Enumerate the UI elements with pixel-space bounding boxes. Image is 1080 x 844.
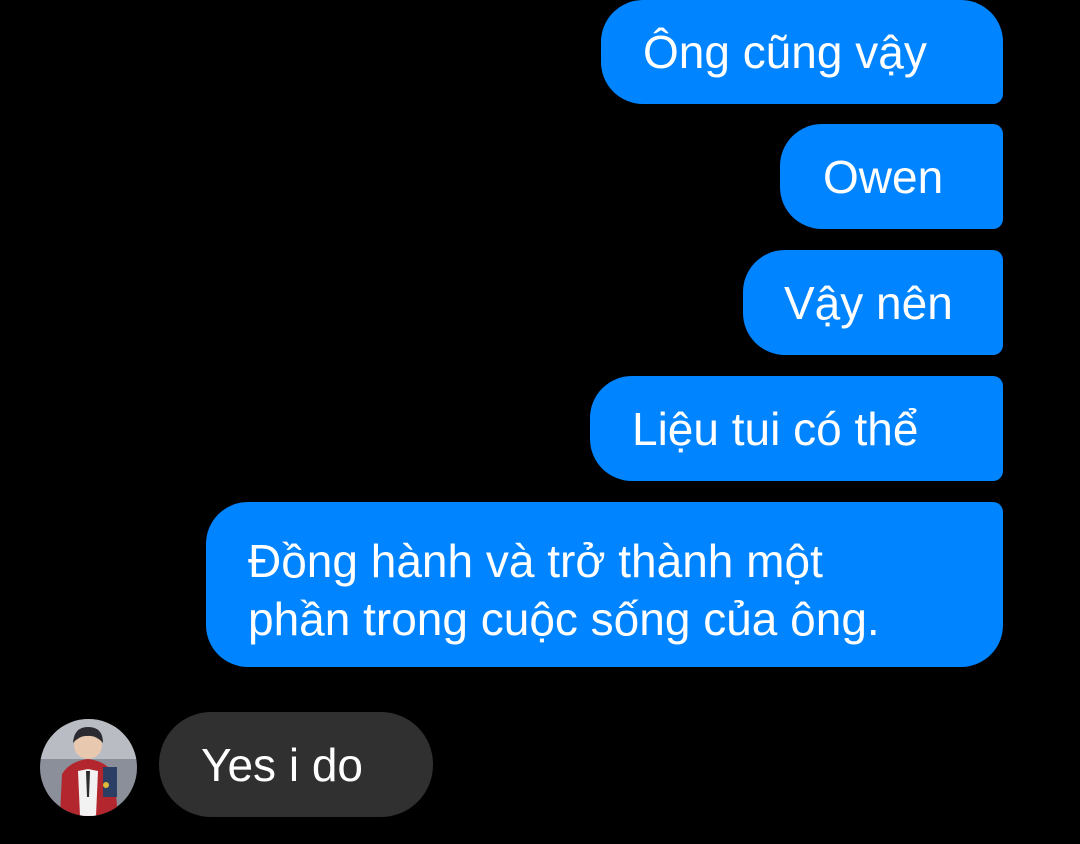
sent-message-bubble[interactable]: Vậy nên: [743, 250, 1003, 355]
received-message-bubble[interactable]: Yes i do: [159, 712, 433, 817]
message-text: Liệu tui có thể: [632, 403, 919, 455]
contact-avatar-photo: [40, 719, 137, 816]
sent-message-bubble[interactable]: Owen: [780, 124, 1003, 229]
message-text: Ông cũng vậy: [643, 26, 927, 78]
message-text-line: phần trong cuộc sống của ông.: [248, 593, 880, 645]
message-text: Vậy nên: [784, 277, 953, 329]
message-text: Yes i do: [201, 739, 363, 791]
sent-message-bubble[interactable]: Đồng hành và trở thành một phần trong cu…: [206, 502, 1003, 667]
message-text: Owen: [823, 151, 944, 203]
contact-avatar[interactable]: [40, 719, 137, 816]
sent-message-bubble[interactable]: Ông cũng vậy: [601, 0, 1003, 104]
message-text-line: Đồng hành và trở thành một: [248, 535, 823, 587]
sent-message-bubble[interactable]: Liệu tui có thể: [590, 376, 1003, 481]
